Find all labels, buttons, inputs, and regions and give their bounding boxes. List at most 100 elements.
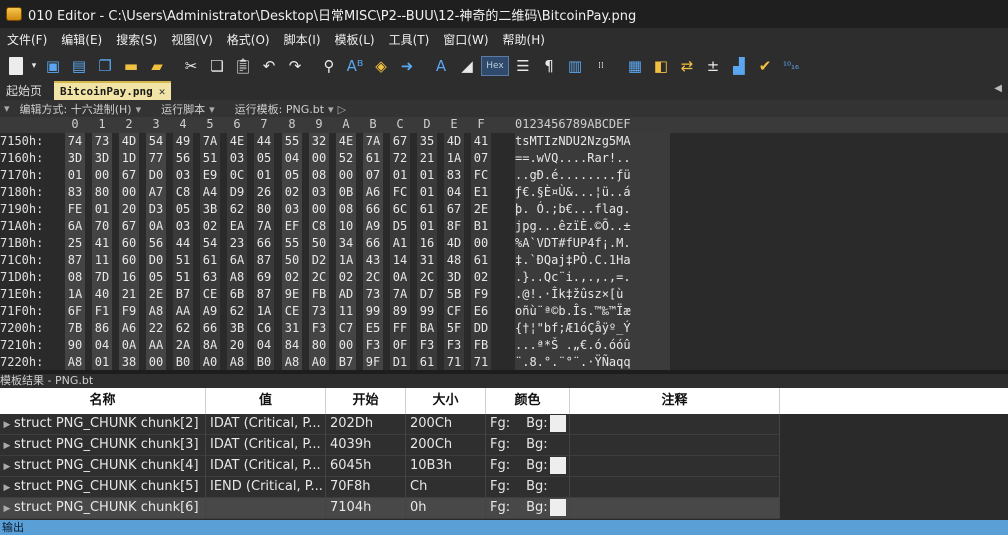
hex-byte[interactable]: 54 bbox=[146, 133, 166, 150]
hex-byte[interactable]: 14 bbox=[390, 252, 410, 269]
hex-byte[interactable]: 54 bbox=[200, 235, 220, 252]
hex-byte[interactable]: 5F bbox=[444, 320, 464, 337]
bg-color-swatch[interactable] bbox=[550, 478, 566, 495]
hex-byte[interactable]: 41 bbox=[92, 235, 112, 252]
hex-byte[interactable]: 2C bbox=[417, 269, 437, 286]
column-header-value[interactable]: 值 bbox=[206, 388, 326, 414]
find-icon[interactable]: ⚲ bbox=[317, 54, 341, 78]
expand-arrow-icon[interactable]: ▶ bbox=[0, 499, 14, 518]
hex-byte[interactable]: 56 bbox=[173, 150, 193, 167]
hex-byte[interactable]: FC bbox=[471, 167, 491, 184]
menu-template[interactable]: 模板(L) bbox=[328, 31, 382, 48]
hex-byte[interactable]: 49 bbox=[173, 133, 193, 150]
hex-byte[interactable]: 00 bbox=[119, 184, 139, 201]
template-cell-color[interactable]: Fg: Bg: bbox=[486, 414, 570, 434]
copy-icon[interactable]: ❏ bbox=[205, 54, 229, 78]
hex-byte[interactable]: 02 bbox=[336, 269, 356, 286]
hex-byte[interactable]: F3 bbox=[309, 320, 329, 337]
ascii-text[interactable]: ‡.`ÐQaj‡PÒ.C.1Ha bbox=[515, 252, 670, 269]
hex-byte[interactable]: 1A bbox=[444, 150, 464, 167]
hex-byte[interactable]: 3B bbox=[227, 320, 247, 337]
hex-byte[interactable]: B7 bbox=[336, 354, 356, 370]
hex-byte[interactable]: 02 bbox=[282, 184, 302, 201]
hex-byte[interactable]: 00 bbox=[471, 235, 491, 252]
hex-byte[interactable]: 4E bbox=[227, 133, 247, 150]
hex-byte[interactable]: 90 bbox=[65, 337, 85, 354]
save-all-icon[interactable]: ❐ bbox=[93, 54, 117, 78]
hex-byte[interactable]: 00 bbox=[146, 354, 166, 370]
menu-help[interactable]: 帮助(H) bbox=[496, 31, 552, 48]
column-header-start[interactable]: 开始 bbox=[326, 388, 406, 414]
word-wrap-icon[interactable]: ☰ bbox=[511, 54, 535, 78]
hex-byte[interactable]: F9 bbox=[119, 303, 139, 320]
hex-byte[interactable]: F3 bbox=[444, 337, 464, 354]
hex-byte[interactable]: 05 bbox=[146, 269, 166, 286]
base-convert-icon[interactable]: ¹⁰₁₆ bbox=[779, 54, 803, 78]
hex-byte[interactable]: 31 bbox=[282, 320, 302, 337]
hex-byte[interactable]: 52 bbox=[336, 150, 356, 167]
hex-byte[interactable]: 87 bbox=[254, 252, 274, 269]
hex-byte[interactable]: 31 bbox=[417, 252, 437, 269]
column-header-name[interactable]: 名称 bbox=[0, 388, 206, 414]
menu-view[interactable]: 视图(V) bbox=[164, 31, 220, 48]
expand-arrow-icon[interactable]: ▶ bbox=[0, 415, 14, 434]
hex-byte[interactable]: 21 bbox=[119, 286, 139, 303]
hex-byte[interactable]: 6A bbox=[227, 252, 247, 269]
hex-byte[interactable]: FB bbox=[471, 337, 491, 354]
hex-byte[interactable]: F1 bbox=[92, 303, 112, 320]
hex-byte[interactable]: 71 bbox=[444, 354, 464, 370]
hex-byte[interactable]: 4E bbox=[336, 133, 356, 150]
hex-byte[interactable]: 67 bbox=[390, 133, 410, 150]
hex-byte[interactable]: D3 bbox=[146, 201, 166, 218]
hex-byte[interactable]: 66 bbox=[363, 235, 383, 252]
hex-byte[interactable]: 03 bbox=[173, 218, 193, 235]
hex-byte[interactable]: A8 bbox=[227, 354, 247, 370]
bg-color-swatch[interactable] bbox=[550, 436, 566, 453]
hex-byte[interactable]: 77 bbox=[146, 150, 166, 167]
menu-format[interactable]: 格式(O) bbox=[220, 31, 277, 48]
hex-byte[interactable]: 6C bbox=[390, 201, 410, 218]
template-cell-color[interactable]: Fg: Bg: bbox=[486, 456, 570, 476]
ascii-text[interactable]: ƒ€.§È¤Ù&...¦ü..á bbox=[515, 184, 670, 201]
template-row[interactable]: ▶ struct PNG_CHUNK chunk[4] IDAT (Critical… bbox=[0, 456, 780, 477]
hex-byte[interactable]: 4D bbox=[119, 133, 139, 150]
hex-byte[interactable]: 20 bbox=[119, 201, 139, 218]
ascii-text[interactable]: ==.wVQ....Rar!.. bbox=[515, 150, 670, 167]
hex-byte[interactable]: 80 bbox=[309, 337, 329, 354]
hex-byte[interactable]: 08 bbox=[65, 269, 85, 286]
hex-byte[interactable]: 83 bbox=[65, 184, 85, 201]
hex-byte[interactable]: 69 bbox=[254, 269, 274, 286]
hex-byte[interactable]: 38 bbox=[119, 354, 139, 370]
hex-row[interactable]: 7220h: A8 01 38 00 B0 A0 A8 B0 A8 A0 B7 9F D1 61 71 71 ¨.… bbox=[0, 354, 1008, 370]
hex-byte[interactable]: 63 bbox=[200, 269, 220, 286]
hex-byte[interactable]: 60 bbox=[119, 252, 139, 269]
hex-byte[interactable]: AD bbox=[336, 286, 356, 303]
menu-window[interactable]: 窗口(W) bbox=[436, 31, 495, 48]
hex-byte[interactable]: 0A bbox=[119, 337, 139, 354]
hex-byte[interactable]: E9 bbox=[200, 167, 220, 184]
hex-byte[interactable]: 66 bbox=[363, 201, 383, 218]
hex-byte[interactable]: 34 bbox=[336, 235, 356, 252]
redo-icon[interactable]: ↷ bbox=[283, 54, 307, 78]
hex-byte[interactable]: 0F bbox=[390, 337, 410, 354]
tabs-dropdown-icon[interactable]: ◀ bbox=[994, 83, 1002, 94]
hex-byte[interactable]: 01 bbox=[417, 184, 437, 201]
bg-color-swatch[interactable] bbox=[549, 415, 566, 432]
hex-byte[interactable]: CF bbox=[444, 303, 464, 320]
hex-byte[interactable]: 80 bbox=[92, 184, 112, 201]
hex-byte[interactable]: 71 bbox=[471, 354, 491, 370]
collapse-icon[interactable]: ▾ bbox=[4, 102, 10, 115]
hex-byte[interactable]: 20 bbox=[227, 337, 247, 354]
find-replace-icon[interactable]: Aᴮ bbox=[343, 54, 367, 78]
menu-file[interactable]: 文件(F) bbox=[0, 31, 54, 48]
hex-byte[interactable]: 03 bbox=[309, 184, 329, 201]
hex-byte[interactable]: C8 bbox=[309, 218, 329, 235]
hex-byte[interactable]: 25 bbox=[65, 235, 85, 252]
ascii-text[interactable]: {†¦"bf;Æ1óÇåÿº_Ý bbox=[515, 320, 670, 337]
open-multiple-icon[interactable]: ▰ bbox=[145, 54, 169, 78]
hex-byte[interactable]: 2C bbox=[309, 269, 329, 286]
hex-byte[interactable]: 84 bbox=[282, 337, 302, 354]
hex-byte[interactable]: C6 bbox=[254, 320, 274, 337]
hex-byte[interactable]: 61 bbox=[363, 150, 383, 167]
hex-byte[interactable]: 51 bbox=[173, 252, 193, 269]
